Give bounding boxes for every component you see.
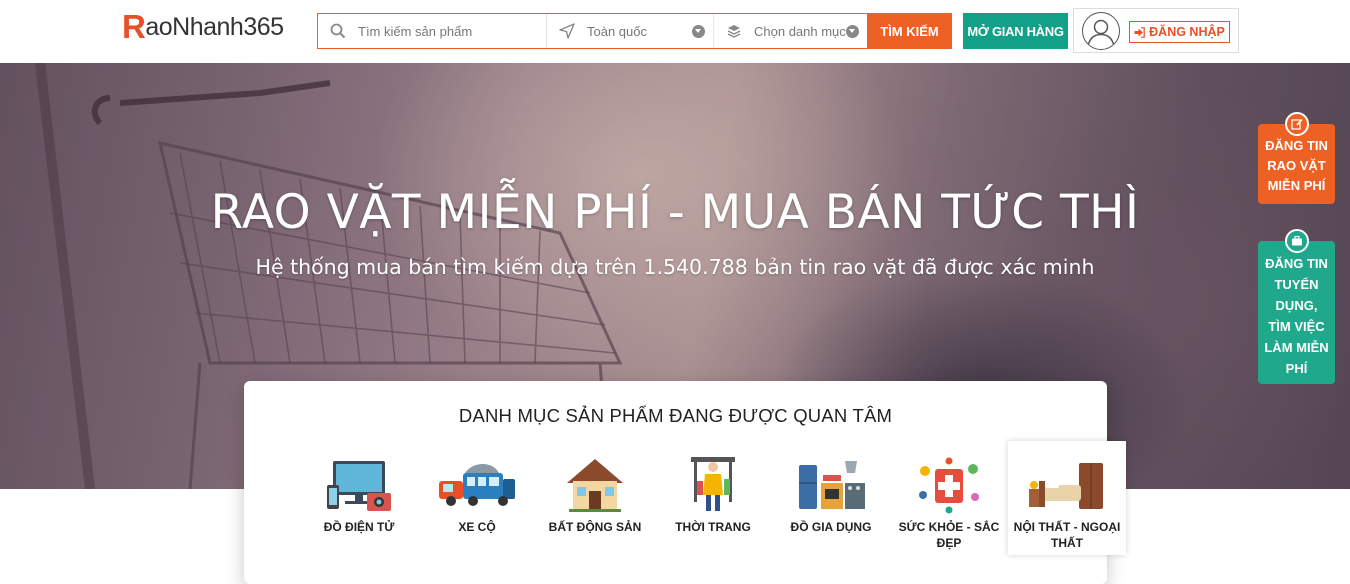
fashion-icon	[691, 457, 735, 511]
search-placeholder: Tìm kiếm sản phẩm	[358, 23, 473, 39]
location-select[interactable]: Toàn quốc	[547, 14, 714, 48]
category-label: XE CỘ	[458, 520, 496, 534]
hero-subtitle: Hệ thống mua bán tìm kiếm dựa trên 1.540…	[255, 255, 1095, 279]
post-ad-free-button[interactable]: ĐĂNG TIN RAO VẶT MIỄN PHÍ	[1258, 112, 1335, 204]
category-value: Chọn danh mục	[754, 23, 846, 39]
logo-text: aoNhanh	[145, 13, 244, 41]
logo-letter: R	[122, 8, 146, 45]
category-electronics[interactable]: ĐỒ ĐIỆN TỬ	[300, 441, 418, 555]
layers-icon	[724, 21, 744, 41]
post-job-line: DỤNG,	[1275, 298, 1318, 313]
search-input[interactable]: Tìm kiếm sản phẩm	[318, 14, 547, 48]
search-button[interactable]: TÌM KIẾM	[867, 13, 952, 49]
hero-title: RAO VẶT MIỄN PHÍ - MUA BÁN TỨC THÌ	[210, 185, 1140, 240]
open-shop-button[interactable]: MỞ GIAN HÀNG	[963, 13, 1068, 49]
post-ad-line: ĐĂNG TIN	[1265, 138, 1328, 153]
category-panel-title: DANH MỤC SẢN PHẨM ĐANG ĐƯỢC QUAN TÂM	[458, 405, 893, 426]
category-panel: DANH MỤC SẢN PHẨM ĐANG ĐƯỢC QUAN TÂM ĐỒ …	[244, 381, 1126, 584]
category-household[interactable]: ĐỒ GIA DỤNG	[772, 441, 890, 555]
post-job-line: LÀM MIỄN	[1264, 340, 1329, 355]
category-real-estate[interactable]: BẤT ĐỘNG SẢN	[536, 441, 654, 555]
login-label: ĐĂNG NHẬP	[1149, 25, 1225, 39]
post-job-button[interactable]: ĐĂNG TIN TUYỂN DỤNG, TÌM VIỆC LÀM MIỄN P…	[1258, 229, 1335, 384]
category-label: ĐỒ GIA DỤNG	[790, 520, 872, 534]
category-fashion[interactable]: THỜI TRANG	[654, 441, 772, 555]
location-arrow-icon	[557, 21, 577, 41]
post-job-line: TÌM VIỆC	[1268, 319, 1325, 334]
location-value: Toàn quốc	[587, 23, 647, 39]
site-logo[interactable]: R aoNhanh 365	[122, 8, 284, 45]
sign-in-icon	[1134, 26, 1145, 38]
edit-icon	[1285, 112, 1309, 136]
category-select[interactable]: Chọn danh mục	[714, 14, 867, 48]
search-bar: Tìm kiếm sản phẩm Toàn quốc Chọn danh mụ…	[317, 13, 868, 49]
real-estate-icon	[567, 459, 623, 512]
chevron-down-icon	[692, 24, 705, 38]
search-icon	[328, 21, 348, 41]
household-icon	[799, 461, 865, 509]
electronics-icon	[327, 461, 391, 511]
category-vehicles[interactable]: XE CỘ	[418, 441, 536, 555]
health-beauty-icon	[919, 457, 979, 514]
category-label: ĐỒ ĐIỆN TỬ	[323, 520, 395, 534]
post-job-line: TUYỂN	[1274, 277, 1319, 292]
category-label: NỘI THẤT - NGOẠI THẤT	[1013, 520, 1121, 550]
category-furniture[interactable]: NỘI THẤT - NGOẠI THẤT	[1008, 441, 1126, 555]
category-health-beauty[interactable]: SỨC KHỎE - SẮC ĐẸP	[890, 441, 1008, 555]
header: R aoNhanh 365 Tìm kiếm sản phẩm Toàn quố…	[0, 0, 1350, 63]
post-ad-line: RAO VẶT	[1267, 158, 1326, 173]
page: R aoNhanh 365 Tìm kiếm sản phẩm Toàn quố…	[0, 0, 1350, 584]
login-button[interactable]: ĐĂNG NHẬP	[1129, 21, 1230, 43]
user-box: ĐĂNG NHẬP	[1073, 8, 1239, 53]
post-ad-line: MIỄN PHÍ	[1267, 178, 1326, 193]
briefcase-icon	[1285, 229, 1309, 253]
category-label: SỨC KHỎE - SẮC ĐẸP	[898, 520, 1000, 550]
chevron-down-icon	[846, 24, 859, 38]
category-label: THỜI TRANG	[675, 520, 751, 534]
furniture-icon	[1029, 463, 1103, 509]
post-job-line: PHÍ	[1285, 361, 1308, 376]
category-label: BẤT ĐỘNG SẢN	[548, 520, 642, 534]
post-job-line: ĐĂNG TIN	[1265, 256, 1328, 271]
logo-number: 365	[243, 13, 284, 41]
avatar-icon[interactable]	[1082, 12, 1120, 50]
category-list: ĐỒ ĐIỆN TỬ XE CỘ BẤT ĐỘNG SẢN THỜI TRANG…	[300, 441, 1126, 555]
vehicles-icon	[439, 464, 515, 506]
